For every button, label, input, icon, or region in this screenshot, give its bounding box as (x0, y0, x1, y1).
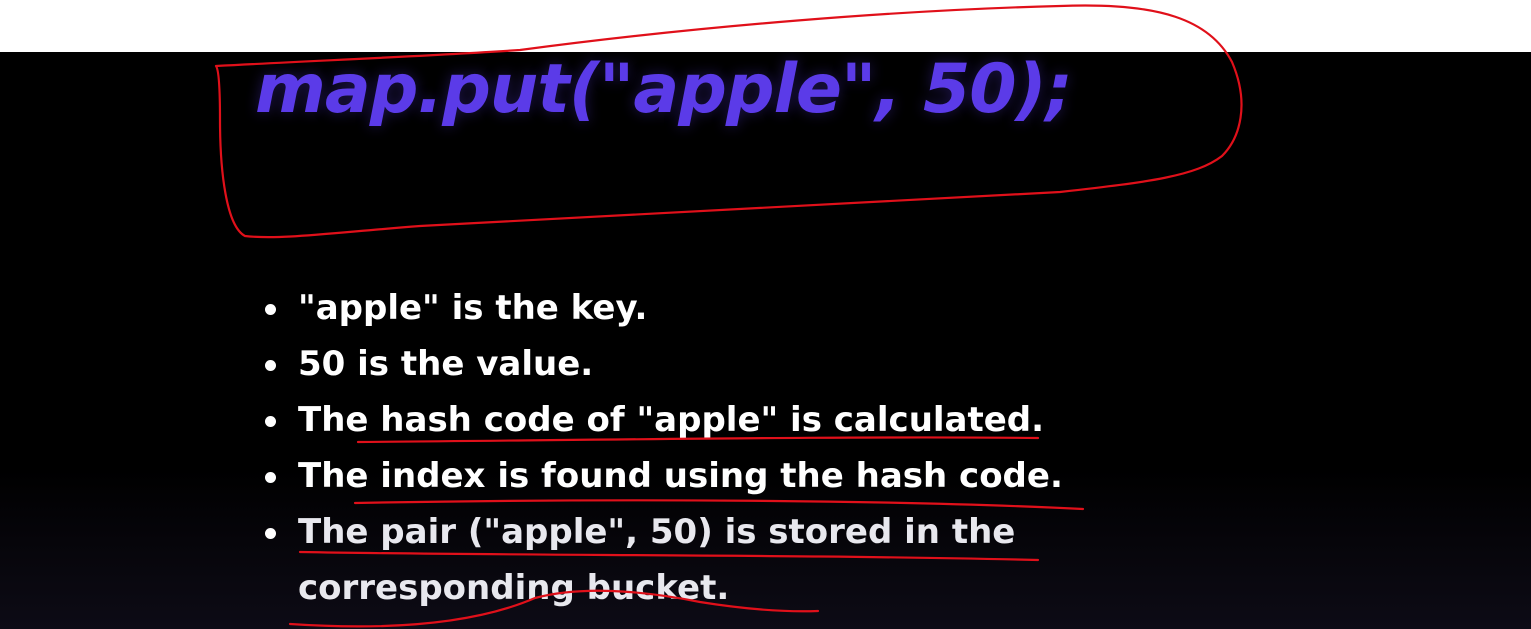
bullet-item: 50 is the value. (265, 336, 1063, 392)
bullet-item: The index is found using the hash code. (265, 448, 1063, 504)
bullet-item: The pair ("apple", 50) is stored in the … (265, 504, 1038, 616)
bullet-text: The hash code of "apple" is calculated. (298, 400, 1045, 440)
screen: map.put("apple", 50); "apple" is the key… (0, 0, 1531, 629)
bullet-text: "apple" is the key. (298, 288, 648, 328)
bullet-text: 50 is the value. (298, 344, 594, 384)
video-slide: map.put("apple", 50); "apple" is the key… (0, 52, 1531, 629)
bullet-item: The hash code of "apple" is calculated. (265, 392, 1063, 448)
bullet-dot-icon (265, 416, 276, 427)
bullet-dot-icon (265, 304, 276, 315)
code-statement: map.put("apple", 50); (255, 52, 1073, 129)
bullet-item: "apple" is the key. (265, 280, 1063, 336)
bullet-text: The index is found using the hash code. (298, 456, 1063, 496)
bullet-dot-icon (265, 472, 276, 483)
bullet-list: "apple" is the key. 50 is the value. The… (265, 280, 1063, 616)
bullet-dot-icon (265, 528, 276, 539)
bullet-dot-icon (265, 360, 276, 371)
bullet-text: The pair ("apple", 50) is stored in the … (298, 512, 1016, 608)
